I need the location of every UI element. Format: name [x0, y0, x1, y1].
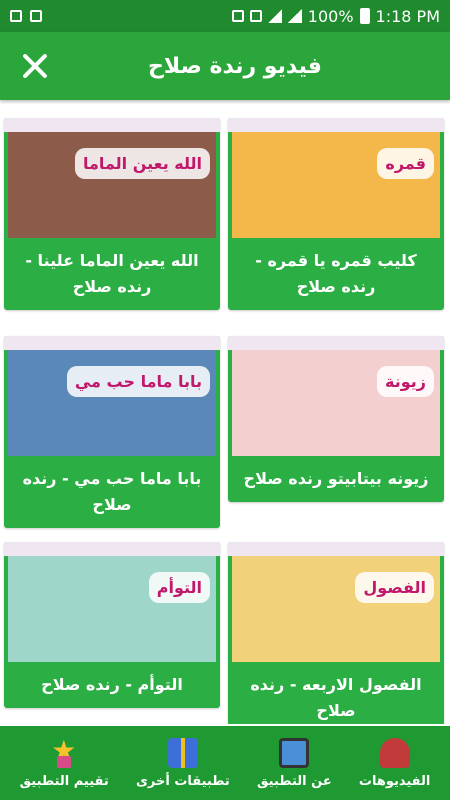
nav-label: تطبيقات أخرى [135, 773, 230, 789]
video-title: بابا ماما حب مي - رنده صلاح [22, 469, 202, 514]
nav-label: عن التطبيق [256, 773, 332, 789]
bottom-nav: الفيديوهات عن التطبيق تطبيقات أخرى تقييم… [0, 726, 450, 800]
video-thumbnail[interactable]: الفصول [228, 542, 444, 662]
video-card-6[interactable]: التوأم التوأم - رنده صلاح [4, 542, 220, 708]
thumbnail-caption: التوأم [148, 572, 210, 603]
gallery-icon [10, 10, 22, 22]
battery-icon [359, 8, 370, 24]
video-title: الفصول الاربعه - رنده صلاح [250, 675, 422, 720]
app-bar: فيديو رندة صلاح [0, 32, 450, 100]
video-thumbnail[interactable]: التوأم [4, 542, 220, 662]
nav-about[interactable]: عن التطبيق [256, 737, 332, 789]
thumbnail-frame [228, 118, 444, 132]
thumbnail-frame [4, 118, 220, 132]
status-bar: 100% 1:18 PM [0, 0, 450, 32]
sim-icon [249, 10, 262, 22]
thumbnail-frame [4, 542, 220, 556]
video-card-1[interactable]: قمره كليب قمره يا قمره - رنده صلاح [228, 118, 444, 310]
video-thumbnail[interactable]: زيونة [228, 336, 444, 456]
notes-icon [30, 10, 42, 22]
video-title: كليب قمره يا قمره - رنده صلاح [255, 251, 417, 296]
close-button[interactable] [20, 51, 50, 81]
video-thumbnail[interactable]: الله يعين الماما [4, 118, 220, 238]
video-card-5[interactable]: الفصول الفصول الاربعه - رنده صلاح [228, 542, 444, 724]
signal-icon [267, 9, 282, 23]
video-title: زيونه بيتابيتو رنده صلاح [243, 469, 429, 488]
thumbnail-frame [228, 336, 444, 350]
thumbnail-caption: قمره [377, 148, 434, 179]
thumbnail-caption: الفصول [355, 572, 434, 603]
battery-percent: 100% [307, 6, 354, 26]
status-left-icons [10, 10, 42, 22]
status-right: 100% 1:18 PM [231, 6, 440, 26]
nav-label: الفيديوهات [358, 773, 431, 789]
thumbnail-frame [228, 542, 444, 556]
thumbnail-frame [4, 336, 220, 350]
house-icon [379, 737, 410, 768]
star-icon [49, 734, 79, 768]
nav-videos[interactable]: الفيديوهات [358, 737, 431, 789]
page-title: فيديو رندة صلاح [148, 53, 322, 79]
wifi-icon [231, 10, 244, 22]
signal-2-icon [287, 9, 302, 23]
film-icon [279, 737, 310, 768]
video-card-2[interactable]: الله يعين الماما الله يعين الماما علينا … [4, 118, 220, 310]
video-grid: قمره كليب قمره يا قمره - رنده صلاح الله … [0, 104, 450, 724]
thumbnail-caption: زيونة [377, 366, 434, 397]
thumbnail-caption: بابا ماما حب مي [66, 366, 210, 397]
thumbnail-caption: الله يعين الماما [75, 148, 210, 179]
status-time: 1:18 PM [375, 6, 440, 26]
nav-other-apps[interactable]: تطبيقات أخرى [135, 737, 230, 789]
gift-icon [167, 737, 198, 768]
video-card-3[interactable]: زيونة زيونه بيتابيتو رنده صلاح [228, 336, 444, 502]
nav-rate-app[interactable]: تقييم التطبيق [19, 734, 109, 789]
nav-label: تقييم التطبيق [19, 773, 109, 789]
video-title: الله يعين الماما علينا - رنده صلاح [25, 251, 199, 296]
video-card-4[interactable]: بابا ماما حب مي بابا ماما حب مي - رنده ص… [4, 336, 220, 528]
video-thumbnail[interactable]: قمره [228, 118, 444, 238]
video-thumbnail[interactable]: بابا ماما حب مي [4, 336, 220, 456]
video-title: التوأم - رنده صلاح [41, 675, 183, 694]
